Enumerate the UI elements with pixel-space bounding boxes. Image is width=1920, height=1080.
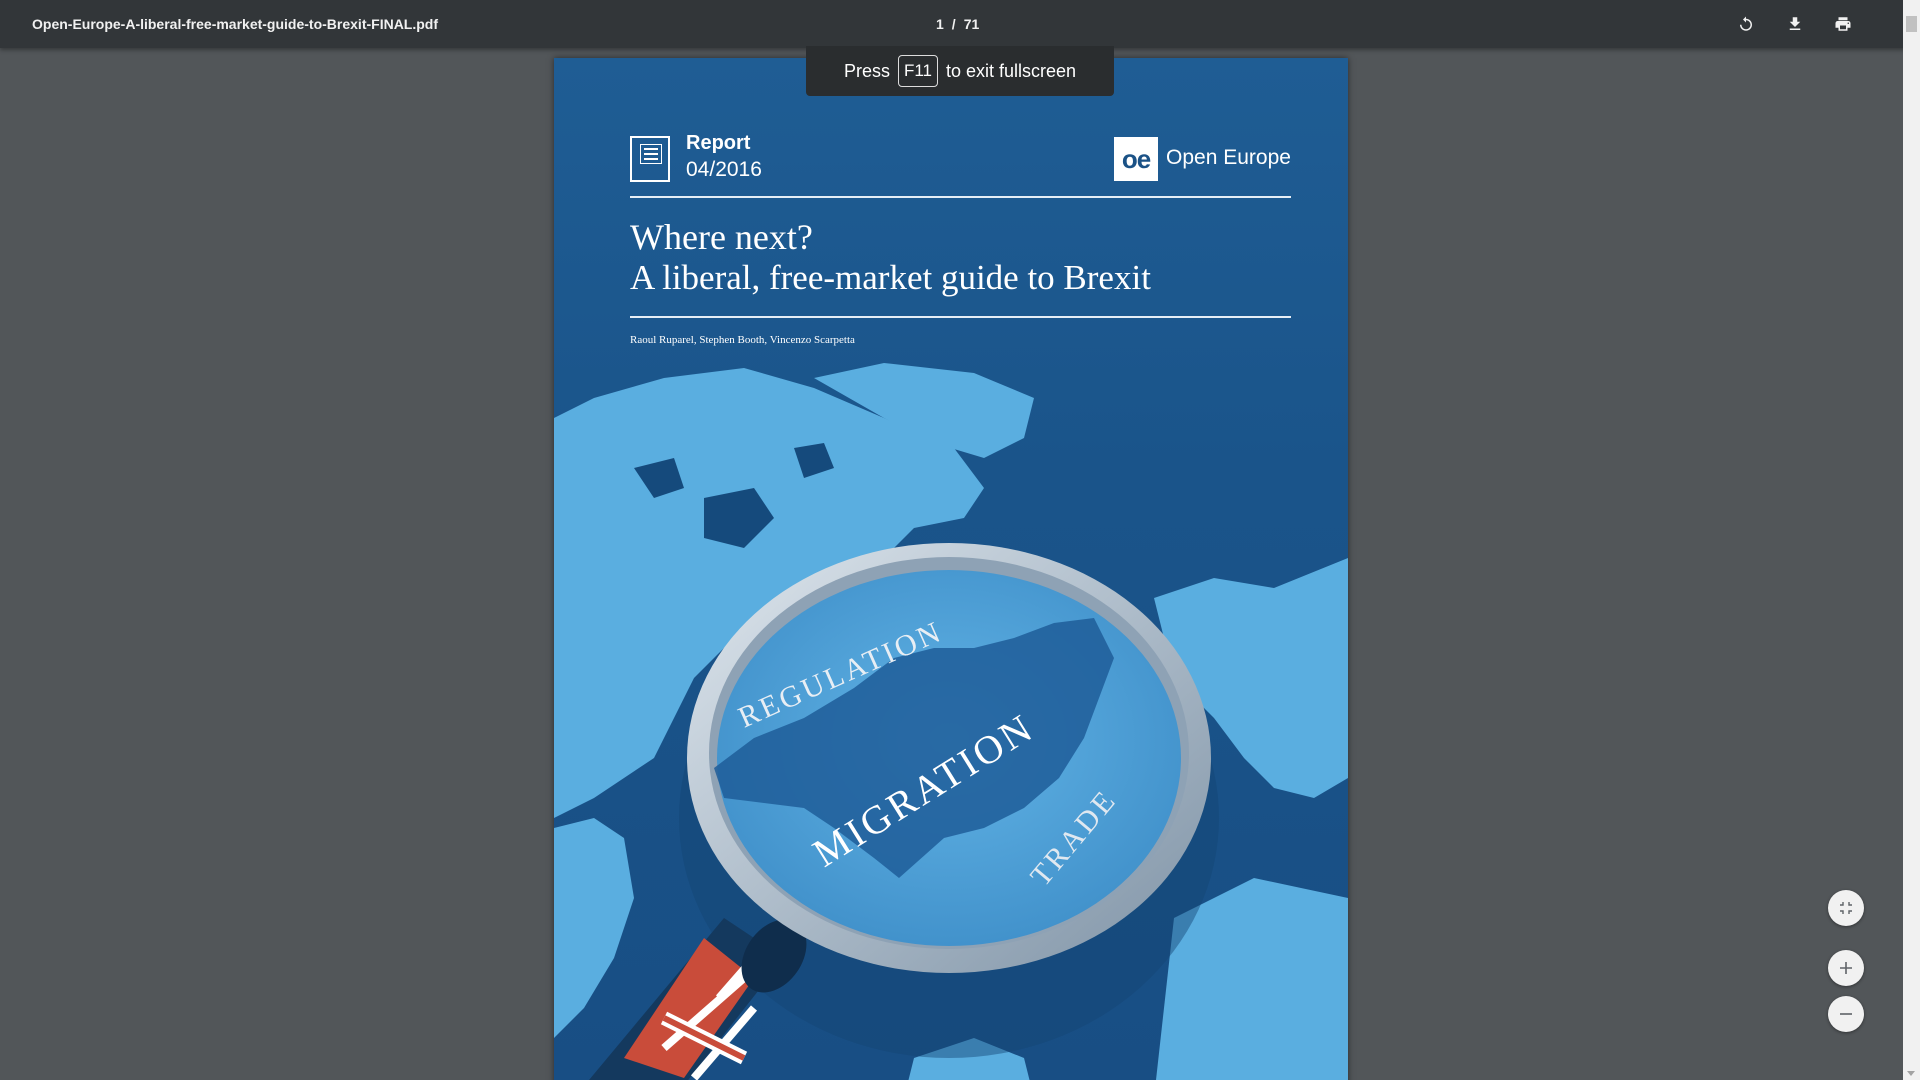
print-icon [1835,17,1851,31]
report-label: Report [686,132,751,154]
title-divider [630,316,1291,318]
rotate-button[interactable] [1732,10,1760,38]
cover-title-line2: A liberal, free-market guide to Brexit [630,258,1151,297]
total-pages: 71 [963,16,980,32]
page-indicator: 1 / 71 [932,0,983,48]
report-date: 04/2016 [686,158,762,181]
scroll-down-arrow-icon[interactable] [1907,1071,1915,1076]
print-button[interactable] [1829,10,1857,38]
page-separator: / [951,16,956,32]
open-europe-logo: oe [1114,137,1158,181]
fullscreen-notice: Press F11 to exit fullscreen [806,46,1114,96]
plus-icon [1840,962,1852,974]
zoom-in-button[interactable] [1828,950,1864,986]
fullscreen-notice-prefix: Press [843,60,890,81]
publisher-name: Open Europe [1166,146,1291,169]
zoom-out-button[interactable] [1828,996,1864,1032]
scrollbar-thumb[interactable] [1906,16,1917,32]
rotate-icon [1740,16,1752,31]
document-filename: Open-Europe-A-liberal-free-market-guide-… [32,16,439,32]
fullscreen-notice-suffix: to exit fullscreen [946,60,1077,81]
current-page-number[interactable]: 1 [936,16,944,32]
fit-to-page-button[interactable] [1828,890,1864,926]
report-document-icon [630,136,670,182]
f11-key: F11 [897,55,938,87]
vertical-scrollbar[interactable] [1903,0,1920,1080]
cover-illustration: REGULATION MIGRATION TRADE [554,363,1348,1080]
download-button[interactable] [1781,10,1809,38]
minus-icon [1840,1013,1852,1015]
cover-title-line1: Where next? [630,217,813,257]
header-divider [630,196,1291,198]
pdf-toolbar: Open-Europe-A-liberal-free-market-guide-… [0,0,1920,48]
fit-to-page-icon [1840,902,1852,914]
cover-authors: Raoul Ruparel, Stephen Booth, Vincenzo S… [630,334,855,346]
download-icon [1789,17,1801,30]
pdf-page-cover: Report 04/2016 oe Open Europe Where next… [554,58,1348,1080]
